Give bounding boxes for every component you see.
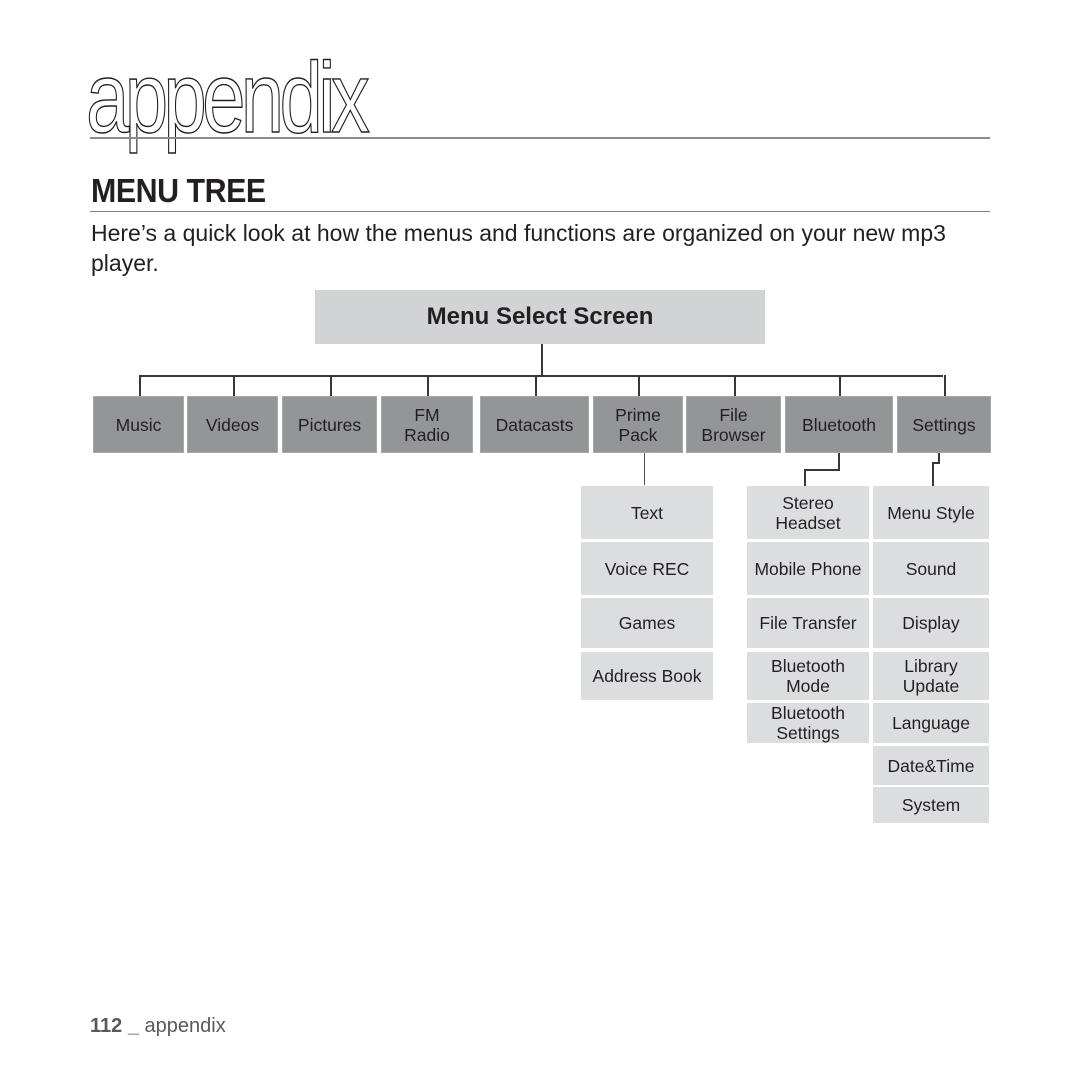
top-item-connector	[638, 375, 640, 396]
settings-item-date-time: Date&Time	[873, 746, 989, 785]
bluetooth-connector	[838, 453, 840, 470]
top-item-connector	[839, 375, 841, 396]
chapter-divider	[90, 137, 990, 139]
top-item-connector	[734, 375, 736, 396]
top-menu-item-prime-pack: Prime Pack	[593, 396, 683, 453]
section-title: MENU TREE	[91, 172, 266, 209]
top-menu-item-settings: Settings	[897, 396, 991, 453]
prime-pack-item-address-book: Address Book	[581, 652, 713, 700]
prime-pack-item-games: Games	[581, 598, 713, 648]
page-number: 112	[90, 1015, 123, 1037]
settings-item-menu-style: Menu Style	[873, 486, 989, 539]
top-menu-item-bluetooth: Bluetooth	[785, 396, 893, 453]
section-divider	[90, 211, 990, 212]
top-menu-item-fm-radio: FM Radio	[381, 396, 473, 453]
top-menu-item-file-browser: File Browser	[686, 396, 781, 453]
top-menu-item-datacasts: Datacasts	[480, 396, 589, 453]
settings-item-language: Language	[873, 703, 989, 743]
page-footer: 112 _ appendix	[90, 1015, 226, 1038]
settings-connector-drop	[932, 462, 934, 486]
settings-item-sound: Sound	[873, 542, 989, 595]
prime-pack-item-voice-rec: Voice REC	[581, 542, 713, 595]
top-item-connector	[139, 375, 141, 396]
settings-item-system: System	[873, 787, 989, 823]
prime-pack-connector	[644, 453, 645, 485]
top-item-connector	[944, 375, 946, 396]
top-level-bus	[139, 375, 943, 377]
top-menu-item-music: Music	[93, 396, 184, 453]
bluetooth-item-bluetooth-settings: Bluetooth Settings	[747, 703, 869, 743]
top-item-connector	[330, 375, 332, 396]
top-menu-item-videos: Videos	[187, 396, 278, 453]
root-connector	[541, 344, 543, 376]
bluetooth-item-stereo-headset: Stereo Headset	[747, 486, 869, 539]
footer-separator: _	[127, 1015, 139, 1037]
chapter-title: appendix	[85, 42, 370, 154]
intro-text: Here’s a quick look at how the menus and…	[91, 220, 946, 276]
prime-pack-item-text: Text	[581, 486, 713, 539]
bluetooth-connector-drop	[804, 469, 806, 486]
bluetooth-connector-elbow	[804, 469, 840, 471]
bluetooth-item-bluetooth-mode: Bluetooth Mode	[747, 652, 869, 700]
bluetooth-item-file-transfer: File Transfer	[747, 598, 869, 648]
top-item-connector	[427, 375, 429, 396]
top-menu-item-pictures: Pictures	[282, 396, 377, 453]
settings-item-library-update: Library Update	[873, 652, 989, 700]
top-item-connector	[233, 375, 235, 396]
top-item-connector	[535, 375, 537, 396]
footer-label: appendix	[144, 1015, 226, 1037]
settings-item-display: Display	[873, 598, 989, 648]
bluetooth-item-mobile-phone: Mobile Phone	[747, 542, 869, 595]
menu-select-screen-box: Menu Select Screen	[315, 290, 765, 344]
